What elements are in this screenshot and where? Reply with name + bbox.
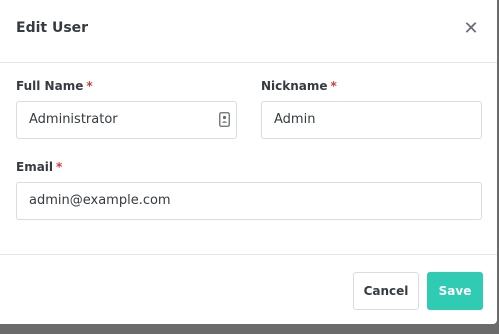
close-button[interactable]: ✕ [461, 18, 481, 40]
save-button[interactable]: Save [427, 272, 483, 310]
full-name-value[interactable]: Administrator [29, 112, 118, 127]
full-name-field: Full Name * Administrator [16, 79, 237, 139]
required-marker: * [330, 79, 337, 93]
nickname-label: Nickname * [261, 79, 337, 93]
nickname-input[interactable]: Admin [261, 101, 482, 139]
contact-card-icon[interactable] [219, 112, 230, 127]
modal-header: Edit User ✕ [0, 0, 497, 63]
email-value[interactable]: admin@example.com [29, 193, 171, 208]
nickname-value[interactable]: Admin [274, 112, 315, 127]
close-icon: ✕ [463, 18, 479, 39]
modal-footer: Cancel Save [0, 254, 497, 325]
email-input[interactable]: admin@example.com [16, 182, 482, 220]
cancel-button[interactable]: Cancel [353, 272, 419, 310]
email-field: Email * admin@example.com [16, 160, 482, 220]
nickname-field: Nickname * Admin [261, 79, 482, 139]
required-marker: * [56, 160, 63, 174]
full-name-input[interactable]: Administrator [16, 101, 237, 139]
edit-user-modal: Edit User ✕ Full Name * Administrator Nic… [0, 0, 497, 324]
email-label: Email * [16, 160, 63, 174]
modal-title: Edit User [16, 20, 89, 36]
full-name-label: Full Name * [16, 79, 93, 93]
required-marker: * [86, 79, 93, 93]
